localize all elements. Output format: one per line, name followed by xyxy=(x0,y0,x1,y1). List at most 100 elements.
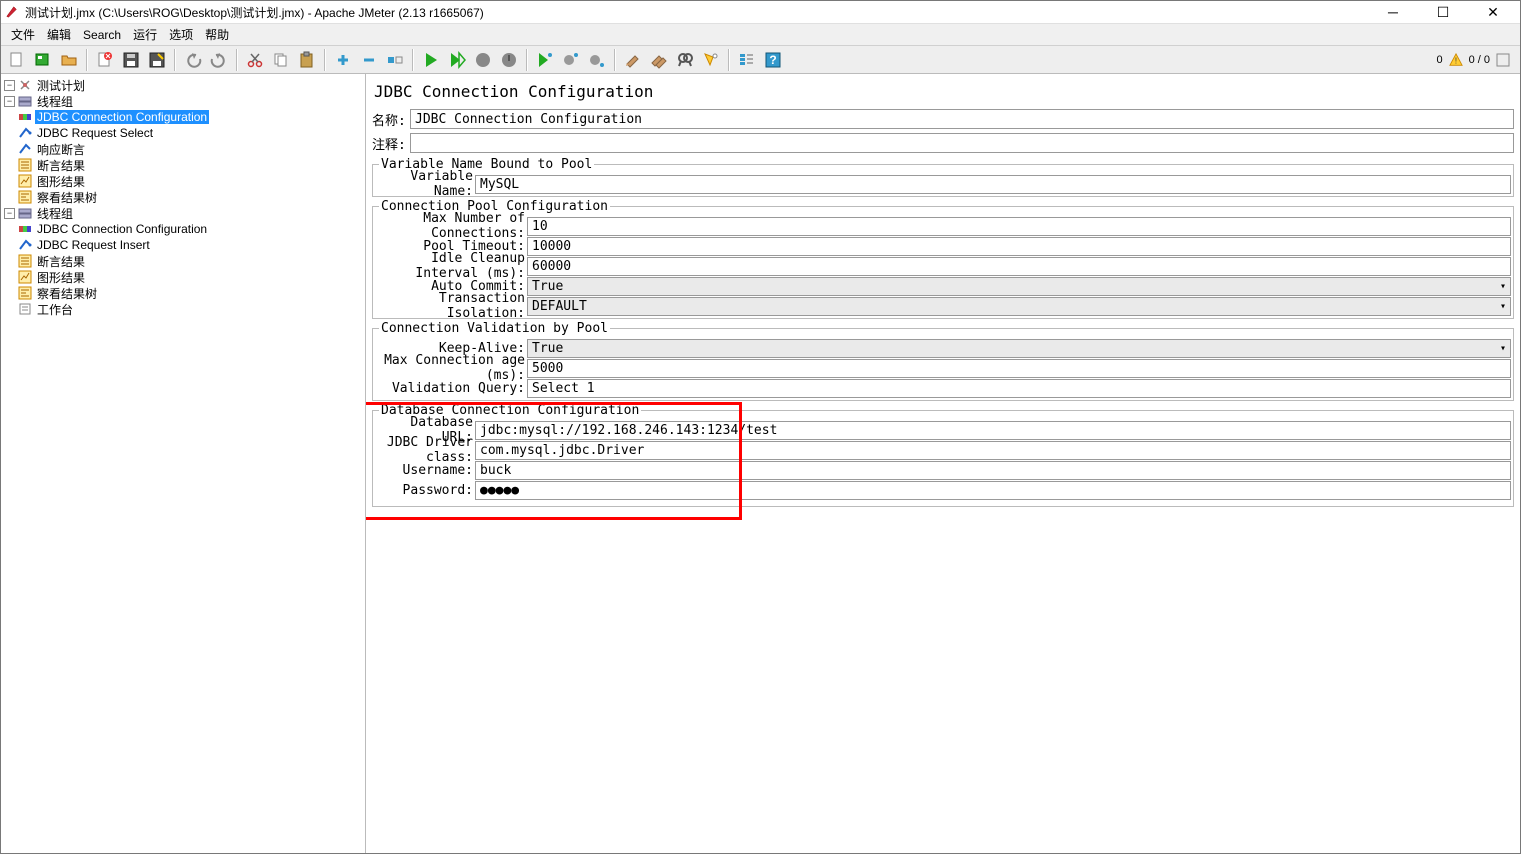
db-user-input[interactable] xyxy=(475,461,1511,480)
close-icon-button[interactable] xyxy=(93,48,117,72)
val-query-input[interactable] xyxy=(527,379,1511,398)
max-conn-input[interactable] xyxy=(527,217,1511,236)
titlebar: 测试计划.jmx (C:\Users\ROG\Desktop\测试计划.jmx)… xyxy=(1,1,1520,24)
test-plan-tree[interactable]: − 测试计划 − 线程组 JDBC Connection C xyxy=(1,74,366,853)
help-button[interactable]: ? xyxy=(761,48,785,72)
max-conn-label: Max Number of Connections: xyxy=(375,211,527,241)
window-title: 测试计划.jmx (C:\Users\ROG\Desktop\测试计划.jmx)… xyxy=(25,4,1378,21)
var-name-label: Variable Name: xyxy=(375,169,475,199)
tx-iso-select[interactable]: DEFAULT▾ xyxy=(527,297,1511,316)
close-button[interactable]: ✕ xyxy=(1478,2,1508,22)
menu-file[interactable]: 文件 xyxy=(5,24,41,45)
search-button[interactable] xyxy=(673,48,697,72)
app-icon xyxy=(5,5,19,19)
status-left-count: 0 xyxy=(1436,54,1442,66)
listener-icon xyxy=(17,269,33,285)
reset-search-button[interactable] xyxy=(699,48,723,72)
threadgroup-icon xyxy=(17,93,33,109)
toggle-icon[interactable]: − xyxy=(4,80,15,91)
tree-tg1-graph-result[interactable]: 图形结果 xyxy=(35,173,87,190)
menu-edit[interactable]: 编辑 xyxy=(41,24,77,45)
max-age-input[interactable] xyxy=(527,359,1511,378)
collapse-button[interactable] xyxy=(357,48,381,72)
menubar: 文件 编辑 Search 运行 选项 帮助 xyxy=(1,24,1520,46)
var-name-input[interactable] xyxy=(475,175,1511,194)
sampler-icon xyxy=(17,237,33,253)
tree-tg2-view-tree[interactable]: 察看结果树 xyxy=(35,285,99,302)
open-button[interactable] xyxy=(57,48,81,72)
run-noTimers-button[interactable] xyxy=(445,48,469,72)
tree-tg2-jdbc-conn[interactable]: JDBC Connection Configuration xyxy=(35,222,209,236)
val-query-label: Validation Query: xyxy=(375,381,527,396)
new-button[interactable] xyxy=(5,48,29,72)
idle-input[interactable] xyxy=(527,257,1511,276)
validation-fieldset: Connection Validation by Pool Keep-Alive… xyxy=(372,321,1514,401)
warning-icon: ! xyxy=(1449,53,1463,67)
tree-tg1-jdbc-req[interactable]: JDBC Request Select xyxy=(35,126,155,140)
db-pass-input[interactable] xyxy=(475,481,1511,500)
validation-legend: Connection Validation by Pool xyxy=(379,321,610,336)
tree-testplan[interactable]: 测试计划 xyxy=(35,77,87,94)
tree-tg1-resp-assert[interactable]: 响应断言 xyxy=(35,141,87,158)
tree-threadgroup-1[interactable]: 线程组 xyxy=(35,93,75,110)
chevron-down-icon: ▾ xyxy=(1500,301,1506,312)
tree-workbench[interactable]: 工作台 xyxy=(35,301,75,318)
comment-input[interactable] xyxy=(410,133,1514,153)
tree-tg2-assert-result[interactable]: 断言结果 xyxy=(35,253,87,270)
paste-button[interactable] xyxy=(295,48,319,72)
minimize-button[interactable]: ─ xyxy=(1378,2,1408,22)
keep-alive-select[interactable]: True▾ xyxy=(527,339,1511,358)
listener-icon xyxy=(17,157,33,173)
auto-commit-select[interactable]: True▾ xyxy=(527,277,1511,296)
save-as-button[interactable] xyxy=(145,48,169,72)
cut-button[interactable] xyxy=(243,48,267,72)
tree-threadgroup-2[interactable]: 线程组 xyxy=(35,205,75,222)
assertion-icon xyxy=(17,141,33,157)
max-age-label: Max Connection age (ms): xyxy=(375,353,527,383)
listener-icon xyxy=(17,285,33,301)
svg-text:?: ? xyxy=(769,53,776,67)
run-button[interactable] xyxy=(419,48,443,72)
expand-button[interactable] xyxy=(331,48,355,72)
clear-button[interactable] xyxy=(621,48,645,72)
listener-icon xyxy=(17,189,33,205)
tree-tg1-view-tree[interactable]: 察看结果树 xyxy=(35,189,99,206)
function-helper-button[interactable] xyxy=(735,48,759,72)
menu-run[interactable]: 运行 xyxy=(127,24,163,45)
tree-tg2-jdbc-req[interactable]: JDBC Request Insert xyxy=(35,238,152,252)
menu-help[interactable]: 帮助 xyxy=(199,24,235,45)
jdbc-config-icon xyxy=(17,221,33,237)
undo-button[interactable] xyxy=(181,48,205,72)
var-pool-fieldset: Variable Name Bound to Pool Variable Nam… xyxy=(372,157,1514,197)
db-driver-input[interactable] xyxy=(475,441,1511,460)
tx-iso-label: Transaction Isolation: xyxy=(375,291,527,321)
remote-stop-button[interactable] xyxy=(559,48,583,72)
clear-all-button[interactable] xyxy=(647,48,671,72)
chevron-down-icon: ▾ xyxy=(1500,343,1506,354)
workbench-icon xyxy=(17,301,33,317)
conn-pool-fieldset: Connection Pool Configuration Max Number… xyxy=(372,199,1514,319)
remote-start-button[interactable] xyxy=(533,48,557,72)
save-button[interactable] xyxy=(119,48,143,72)
templates-button[interactable] xyxy=(31,48,55,72)
tree-tg2-graph-result[interactable]: 图形结果 xyxy=(35,269,87,286)
menu-search[interactable]: Search xyxy=(77,26,127,44)
redo-button[interactable] xyxy=(207,48,231,72)
copy-button[interactable] xyxy=(269,48,293,72)
stop-button[interactable] xyxy=(471,48,495,72)
remote-shutdown-button[interactable] xyxy=(585,48,609,72)
maximize-button[interactable]: ☐ xyxy=(1428,2,1458,22)
svg-text:!: ! xyxy=(1455,56,1457,65)
db-driver-label: JDBC Driver class: xyxy=(375,435,475,465)
name-input[interactable] xyxy=(410,109,1514,129)
db-url-input[interactable] xyxy=(475,421,1511,440)
menu-options[interactable]: 选项 xyxy=(163,24,199,45)
toggle-button[interactable] xyxy=(383,48,407,72)
tree-tg1-jdbc-conn[interactable]: JDBC Connection Configuration xyxy=(35,110,209,124)
toggle-icon[interactable]: − xyxy=(4,208,15,219)
shutdown-button[interactable] xyxy=(497,48,521,72)
config-panel: JDBC Connection Configuration 名称: 注释: Va… xyxy=(366,74,1520,853)
tree-tg1-assert-result[interactable]: 断言结果 xyxy=(35,157,87,174)
toggle-icon[interactable]: − xyxy=(4,96,15,107)
pool-timeout-input[interactable] xyxy=(527,237,1511,256)
